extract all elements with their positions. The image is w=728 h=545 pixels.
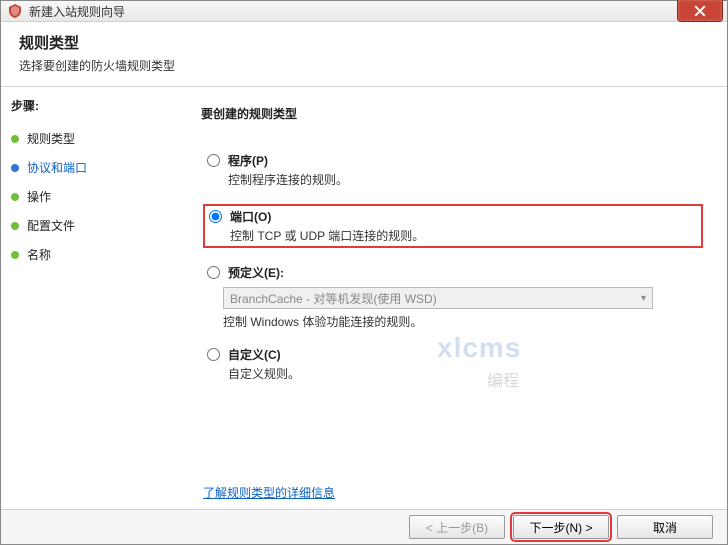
steps-label: 步骤: [11,97,167,114]
radio-title: 预定义(E): [228,264,284,281]
sidebar: 步骤: 规则类型 协议和端口 操作 配置文件 名称 [1,87,177,509]
back-button[interactable]: < 上一步(B) [409,515,505,539]
page-title: 规则类型 [19,32,709,53]
sidebar-item-label: 配置文件 [27,217,75,234]
app-icon [7,3,23,19]
sidebar-item-protocol-port[interactable]: 协议和端口 [11,153,167,182]
bullet-icon [11,222,19,230]
bullet-icon [11,164,19,172]
sidebar-item-label: 名称 [27,246,51,263]
radio-custom[interactable]: 自定义(C) 自定义规则。 [203,344,703,384]
content-question: 要创建的规则类型 [201,105,703,122]
window-title: 新建入站规则向导 [29,3,125,20]
predefined-dropdown[interactable]: BranchCache - 对等机发现(使用 WSD) ▾ [223,287,653,309]
next-button[interactable]: 下一步(N) > [513,515,609,539]
radio-custom-label: 自定义(C) 自定义规则。 [228,346,300,382]
sidebar-item-label: 规则类型 [27,130,75,147]
header-area: 规则类型 选择要创建的防火墙规则类型 [1,22,727,87]
radio-group: 程序(P) 控制程序连接的规则。 端口(O) 控制 TCP 或 UDP 端口连接… [203,150,703,384]
predefined-desc: 控制 Windows 体验功能连接的规则。 [223,313,703,330]
radio-predefined-input[interactable] [207,266,220,279]
radio-port-label: 端口(O) 控制 TCP 或 UDP 端口连接的规则。 [230,208,424,244]
radio-port-input[interactable] [209,210,222,223]
titlebar: 新建入站规则向导 [1,1,727,22]
help-link-row: 了解规则类型的详细信息 [203,484,703,501]
radio-desc: 控制 TCP 或 UDP 端口连接的规则。 [230,227,424,244]
close-button[interactable] [677,0,723,22]
sidebar-item-profile[interactable]: 配置文件 [11,211,167,240]
radio-title: 端口(O) [230,208,424,225]
body-area: 步骤: 规则类型 协议和端口 操作 配置文件 名称 要创 [1,87,727,509]
radio-desc: 控制程序连接的规则。 [228,171,348,188]
radio-custom-input[interactable] [207,348,220,361]
bullet-icon [11,193,19,201]
radio-predefined-label: 预定义(E): [228,264,284,281]
content-pane: 要创建的规则类型 程序(P) 控制程序连接的规则。 端口(O) 控制 TCP 或… [177,87,727,509]
radio-title: 程序(P) [228,152,348,169]
sidebar-item-label: 操作 [27,188,51,205]
sidebar-item-rule-type[interactable]: 规则类型 [11,124,167,153]
bullet-icon [11,251,19,259]
radio-program-label: 程序(P) 控制程序连接的规则。 [228,152,348,188]
radio-predefined[interactable]: 预定义(E): [203,262,703,283]
chevron-down-icon: ▾ [641,293,646,304]
radio-title: 自定义(C) [228,346,300,363]
wizard-window: 新建入站规则向导 规则类型 选择要创建的防火墙规则类型 步骤: 规则类型 协议和… [0,0,728,545]
radio-desc: 自定义规则。 [228,365,300,382]
footer: < 上一步(B) 下一步(N) > 取消 [1,509,727,544]
page-subtitle: 选择要创建的防火墙规则类型 [19,57,709,74]
learn-more-link[interactable]: 了解规则类型的详细信息 [203,486,335,500]
dropdown-value: BranchCache - 对等机发现(使用 WSD) [230,290,437,307]
sidebar-item-label: 协议和端口 [27,159,87,176]
cancel-button[interactable]: 取消 [617,515,713,539]
radio-program[interactable]: 程序(P) 控制程序连接的规则。 [203,150,703,190]
sidebar-item-name[interactable]: 名称 [11,240,167,269]
bullet-icon [11,135,19,143]
radio-program-input[interactable] [207,154,220,167]
radio-port[interactable]: 端口(O) 控制 TCP 或 UDP 端口连接的规则。 [203,204,703,248]
sidebar-item-action[interactable]: 操作 [11,182,167,211]
